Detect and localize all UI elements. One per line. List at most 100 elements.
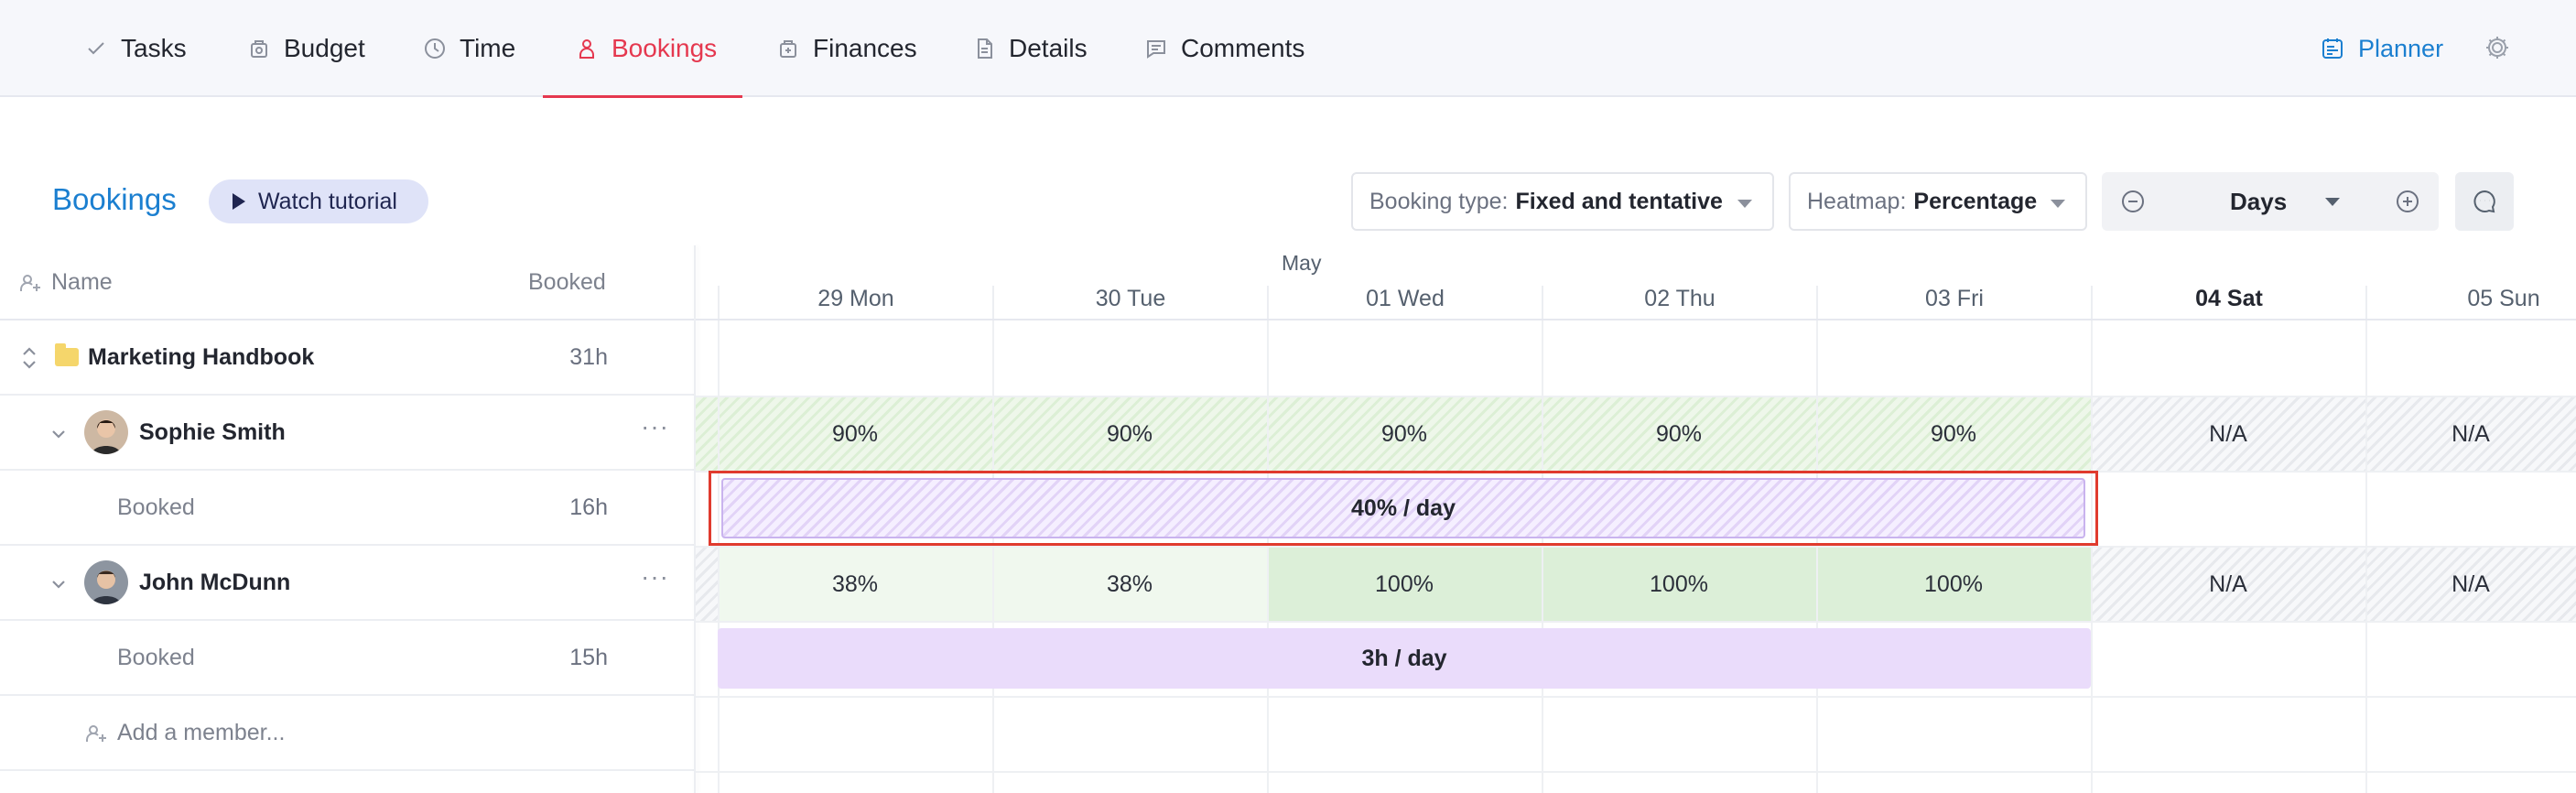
day-header[interactable]: 01 Wed	[1267, 286, 1542, 320]
project-booked-hours: 31h	[569, 344, 608, 370]
heat-cell[interactable]: 100%	[1267, 548, 1542, 621]
project-name: Marketing Handbook	[88, 344, 315, 370]
day-header[interactable]: 04 Sat	[2091, 286, 2365, 320]
grid-header-divider	[696, 319, 2576, 320]
booking-label: Booked	[117, 645, 195, 670]
member-name: John McDunn	[139, 570, 291, 595]
name-header-label: Name	[51, 269, 113, 295]
tab-bookings[interactable]: Bookings	[575, 0, 717, 97]
heat-cell[interactable]: 38%	[718, 548, 992, 621]
booked-hours: 15h	[569, 645, 608, 670]
heat-cell[interactable]: N/A	[2091, 548, 2365, 621]
comment-icon	[1147, 40, 1165, 59]
booked-hours: 16h	[569, 494, 608, 520]
name-column-header[interactable]: Name	[18, 269, 113, 296]
play-icon	[233, 193, 245, 210]
booking-type-dropdown[interactable]: Booking type: Fixed and tentative	[1351, 172, 1774, 231]
booking-bar-john[interactable]: 3h / day	[718, 628, 2091, 689]
heat-cell[interactable]: 90%	[1267, 397, 1542, 471]
chevron-down-icon	[1737, 200, 1752, 208]
tab-label: Budget	[284, 34, 365, 62]
finances-icon	[780, 40, 796, 58]
tab-time[interactable]: Time	[423, 0, 515, 97]
zoom-out-button[interactable]	[2118, 187, 2148, 216]
day-header[interactable]: 05 Sun	[2365, 286, 2576, 320]
more-options-icon[interactable]: ···	[641, 562, 669, 592]
day-header[interactable]: 30 Tue	[992, 286, 1267, 320]
add-member-label: Add a member...	[117, 720, 286, 745]
members-table: Name Booked Marketing Handbook 31h Sophi…	[0, 245, 696, 793]
tab-tasks[interactable]: Tasks	[84, 0, 187, 97]
avatar	[84, 410, 128, 454]
heat-cell[interactable]: N/A	[2091, 397, 2365, 471]
day-header[interactable]: 03 Fri	[1816, 286, 2091, 320]
booking-label: Booked	[117, 494, 195, 520]
active-tab-indicator	[543, 95, 742, 98]
booking-type-label: Booking type:	[1369, 188, 1509, 214]
settings-button[interactable]	[2481, 31, 2514, 64]
tab-budget[interactable]: Budget	[247, 0, 365, 97]
planner-button[interactable]: Planner	[2320, 0, 2443, 97]
heat-cell[interactable]: 90%	[1816, 397, 2091, 471]
heat-cell[interactable]: 100%	[1542, 548, 1816, 621]
grid-line	[1267, 320, 1269, 793]
tab-label: Finances	[813, 34, 917, 62]
tab-comments[interactable]: Comments	[1144, 0, 1304, 97]
heat-cell[interactable]: 100%	[1816, 548, 2091, 621]
tab-label: Tasks	[121, 34, 187, 62]
heat-cell[interactable]: N/A	[2365, 397, 2576, 471]
folder-icon	[55, 343, 79, 366]
member-row[interactable]: John McDunn ···	[0, 546, 696, 621]
tab-label: Comments	[1181, 34, 1305, 62]
chevron-down-icon[interactable]	[48, 573, 70, 595]
grid-line	[696, 396, 2576, 397]
heat-cell[interactable]: 38%	[992, 548, 1267, 621]
clock-icon	[425, 38, 445, 59]
booking-row[interactable]: Booked 15h	[0, 621, 696, 696]
check-icon	[88, 42, 104, 55]
member-row[interactable]: Sophie Smith ···	[0, 396, 696, 471]
tab-details[interactable]: Details	[972, 0, 1088, 97]
project-row[interactable]: Marketing Handbook 31h	[0, 320, 696, 396]
booked-column-header[interactable]: Booked	[528, 269, 606, 296]
booking-row[interactable]: Booked 16h	[0, 471, 696, 546]
day-header[interactable]: 29 Mon	[718, 286, 992, 320]
day-header[interactable]: 02 Thu	[1542, 286, 1816, 320]
grid-line	[2091, 320, 2093, 793]
planner-label: Planner	[2358, 34, 2444, 62]
chevron-down-icon	[2325, 198, 2340, 206]
month-label: May	[1282, 251, 1322, 275]
heat-cell[interactable]: N/A	[2365, 548, 2576, 621]
grid-line	[696, 696, 2576, 698]
watch-tutorial-button[interactable]: Watch tutorial	[209, 179, 428, 223]
comments-toggle-button[interactable]	[2455, 172, 2514, 231]
zoom-in-icon	[2397, 190, 2419, 212]
heat-cell-edge	[696, 397, 718, 471]
expand-collapse-icon[interactable]	[18, 344, 40, 372]
add-member-row[interactable]: Add a member...	[0, 696, 696, 771]
booking-calendar-grid: May 29 Mon 30 Tue 01 Wed 02 Thu 03 Fri 0…	[696, 245, 2576, 793]
chevron-down-icon[interactable]	[48, 423, 70, 445]
grid-line	[1542, 320, 1543, 793]
tab-finances[interactable]: Finances	[776, 0, 917, 97]
chevron-down-icon	[2051, 200, 2065, 208]
top-tab-bar: Tasks Budget Time Bookings Finances Deta…	[0, 0, 2576, 98]
avatar	[84, 560, 128, 604]
grid-line	[992, 320, 994, 793]
zoom-in-button[interactable]	[2393, 187, 2422, 216]
booking-type-value: Fixed and tentative	[1515, 188, 1723, 214]
heat-cell[interactable]: 90%	[718, 397, 992, 471]
grid-line	[718, 320, 720, 793]
heatmap-dropdown[interactable]: Heatmap: Percentage	[1789, 172, 2087, 231]
heat-cell[interactable]: 90%	[1542, 397, 1816, 471]
zoom-out-icon	[2122, 190, 2144, 212]
heatmap-value: Percentage	[1913, 188, 2038, 214]
heat-cell[interactable]: 90%	[992, 397, 1267, 471]
tab-label: Time	[460, 34, 516, 62]
grid-line	[696, 621, 2576, 623]
grid-line	[1816, 320, 1818, 793]
planner-icon	[2322, 38, 2343, 59]
more-options-icon[interactable]: ···	[641, 412, 669, 441]
zoom-level-dropdown[interactable]: Days	[2230, 188, 2287, 216]
add-person-icon	[19, 274, 40, 291]
